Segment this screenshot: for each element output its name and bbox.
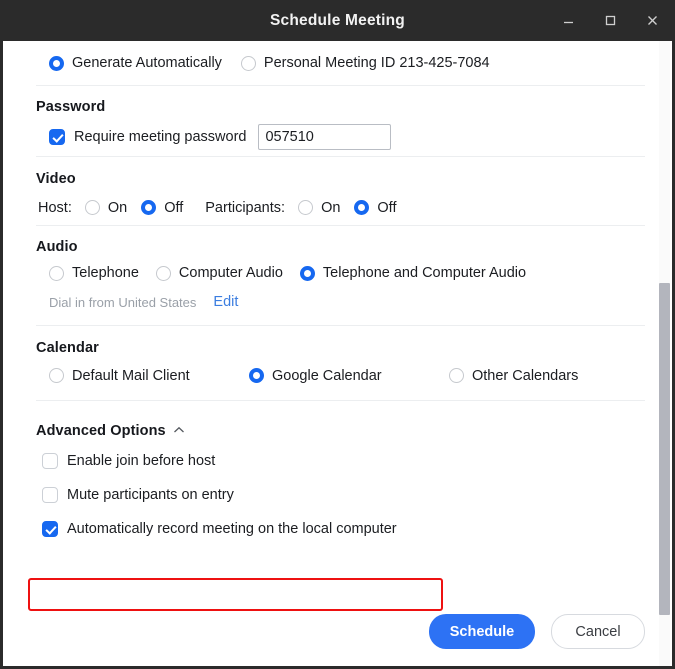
radio-label: Other Calendars <box>472 367 579 384</box>
radio-indicator <box>299 265 315 281</box>
radio-host-video-off[interactable]: Off <box>141 200 183 216</box>
radio-label: Default Mail Client <box>72 367 190 384</box>
radio-label: Google Calendar <box>272 367 382 384</box>
maximize-icon[interactable] <box>597 8 623 34</box>
window-controls <box>555 0 665 41</box>
radio-label: Off <box>377 199 397 216</box>
calendar-heading-row: Calendar <box>36 326 645 359</box>
advanced-options-header[interactable]: Advanced Options <box>36 401 645 443</box>
video-participants-label: Participants: <box>205 199 286 216</box>
radio-label: Computer Audio <box>178 265 283 281</box>
radio-label: Personal Meeting ID 213-425-7084 <box>263 55 490 71</box>
radio-host-video-on[interactable]: On <box>84 199 128 216</box>
title-bar: Schedule Meeting <box>3 0 672 41</box>
radio-indicator <box>249 368 264 383</box>
checkbox-label: Mute participants on entry <box>67 487 234 503</box>
radio-indicator <box>49 55 64 71</box>
radio-participants-video-on[interactable]: On <box>298 200 340 216</box>
radio-participants-video-off[interactable]: Off <box>354 200 396 216</box>
scrollbar-thumb[interactable] <box>659 283 670 615</box>
minimize-icon[interactable] <box>555 8 581 34</box>
advanced-option-row: Automatically record meeting on the loca… <box>36 512 645 546</box>
advanced-options-heading: Advanced Options <box>36 423 166 439</box>
radio-indicator <box>49 265 64 281</box>
checkbox-indicator <box>49 129 65 145</box>
radio-indicator <box>354 200 370 215</box>
radio-indicator <box>49 368 64 383</box>
checkbox-label: Automatically record meeting on the loca… <box>67 521 397 537</box>
video-host-label: Host: <box>38 199 72 216</box>
footer-buttons: Schedule Cancel <box>429 614 645 649</box>
password-heading: Password <box>36 99 106 115</box>
checkbox-automatically-record-meeting[interactable]: Automatically record meeting on the loca… <box>42 521 397 537</box>
radio-indicator <box>155 265 171 281</box>
radio-telephone-and-computer-audio[interactable]: Telephone and Computer Audio <box>299 265 527 281</box>
schedule-button[interactable]: Schedule <box>429 614 535 649</box>
video-heading-row: Video <box>36 157 645 190</box>
audio-heading-row: Audio <box>36 226 645 258</box>
schedule-meeting-window: Schedule Meeting Generate Automatically … <box>0 0 675 669</box>
radio-default-mail-client[interactable]: Default Mail Client <box>49 368 249 384</box>
chevron-up-icon[interactable] <box>173 421 185 439</box>
radio-indicator <box>298 200 314 215</box>
dial-in-text: Dial in from United States <box>49 294 197 310</box>
advanced-option-row: Mute participants on entry <box>36 478 645 512</box>
video-heading: Video <box>36 171 76 187</box>
window-title: Schedule Meeting <box>270 11 405 29</box>
radio-label: On <box>107 199 128 216</box>
dial-in-row: Dial in from United States Edit <box>36 288 645 316</box>
checkbox-label: Require meeting password <box>74 129 247 145</box>
radio-label: Off <box>164 199 184 216</box>
calendar-heading: Calendar <box>36 340 99 356</box>
calendar-options-row: Default Mail Client Google Calendar Othe… <box>36 359 645 392</box>
meeting-id-row: Generate Automatically Personal Meeting … <box>36 41 645 85</box>
radio-generate-automatically[interactable]: Generate Automatically <box>49 55 222 71</box>
radio-indicator <box>449 368 464 383</box>
audio-options-row: Telephone Computer Audio Telephone and C… <box>36 258 645 288</box>
cancel-button[interactable]: Cancel <box>551 614 645 649</box>
radio-google-calendar[interactable]: Google Calendar <box>249 368 449 384</box>
video-row: Host: On Off Participants: On Off <box>36 190 645 225</box>
radio-label: Telephone <box>72 265 139 281</box>
radio-indicator <box>240 55 256 71</box>
checkbox-indicator <box>42 487 58 503</box>
edit-link[interactable]: Edit <box>213 294 238 310</box>
password-input[interactable] <box>258 124 392 150</box>
dialog-content: Generate Automatically Personal Meeting … <box>3 41 672 666</box>
checkbox-label: Enable join before host <box>67 452 216 469</box>
close-icon[interactable] <box>639 8 665 34</box>
radio-computer-audio[interactable]: Computer Audio <box>155 265 283 281</box>
radio-label: Telephone and Computer Audio <box>322 265 527 281</box>
radio-telephone[interactable]: Telephone <box>49 265 139 281</box>
audio-heading: Audio <box>36 239 78 255</box>
radio-label: Generate Automatically <box>72 55 222 71</box>
radio-personal-meeting-id[interactable]: Personal Meeting ID 213-425-7084 <box>240 55 490 71</box>
checkbox-mute-participants-on-entry[interactable]: Mute participants on entry <box>42 487 234 503</box>
password-row: Require meeting password <box>36 118 645 156</box>
checkbox-enable-join-before-host[interactable]: Enable join before host <box>42 452 216 469</box>
advanced-option-row: Enable join before host <box>36 443 645 478</box>
radio-indicator <box>84 200 100 215</box>
password-heading-row: Password <box>36 86 645 118</box>
checkbox-indicator <box>42 452 58 469</box>
radio-other-calendars[interactable]: Other Calendars <box>449 368 578 384</box>
checkbox-require-meeting-password[interactable]: Require meeting password <box>49 129 246 145</box>
radio-label: On <box>321 199 341 216</box>
checkbox-indicator <box>42 521 58 537</box>
radio-indicator <box>141 200 157 215</box>
